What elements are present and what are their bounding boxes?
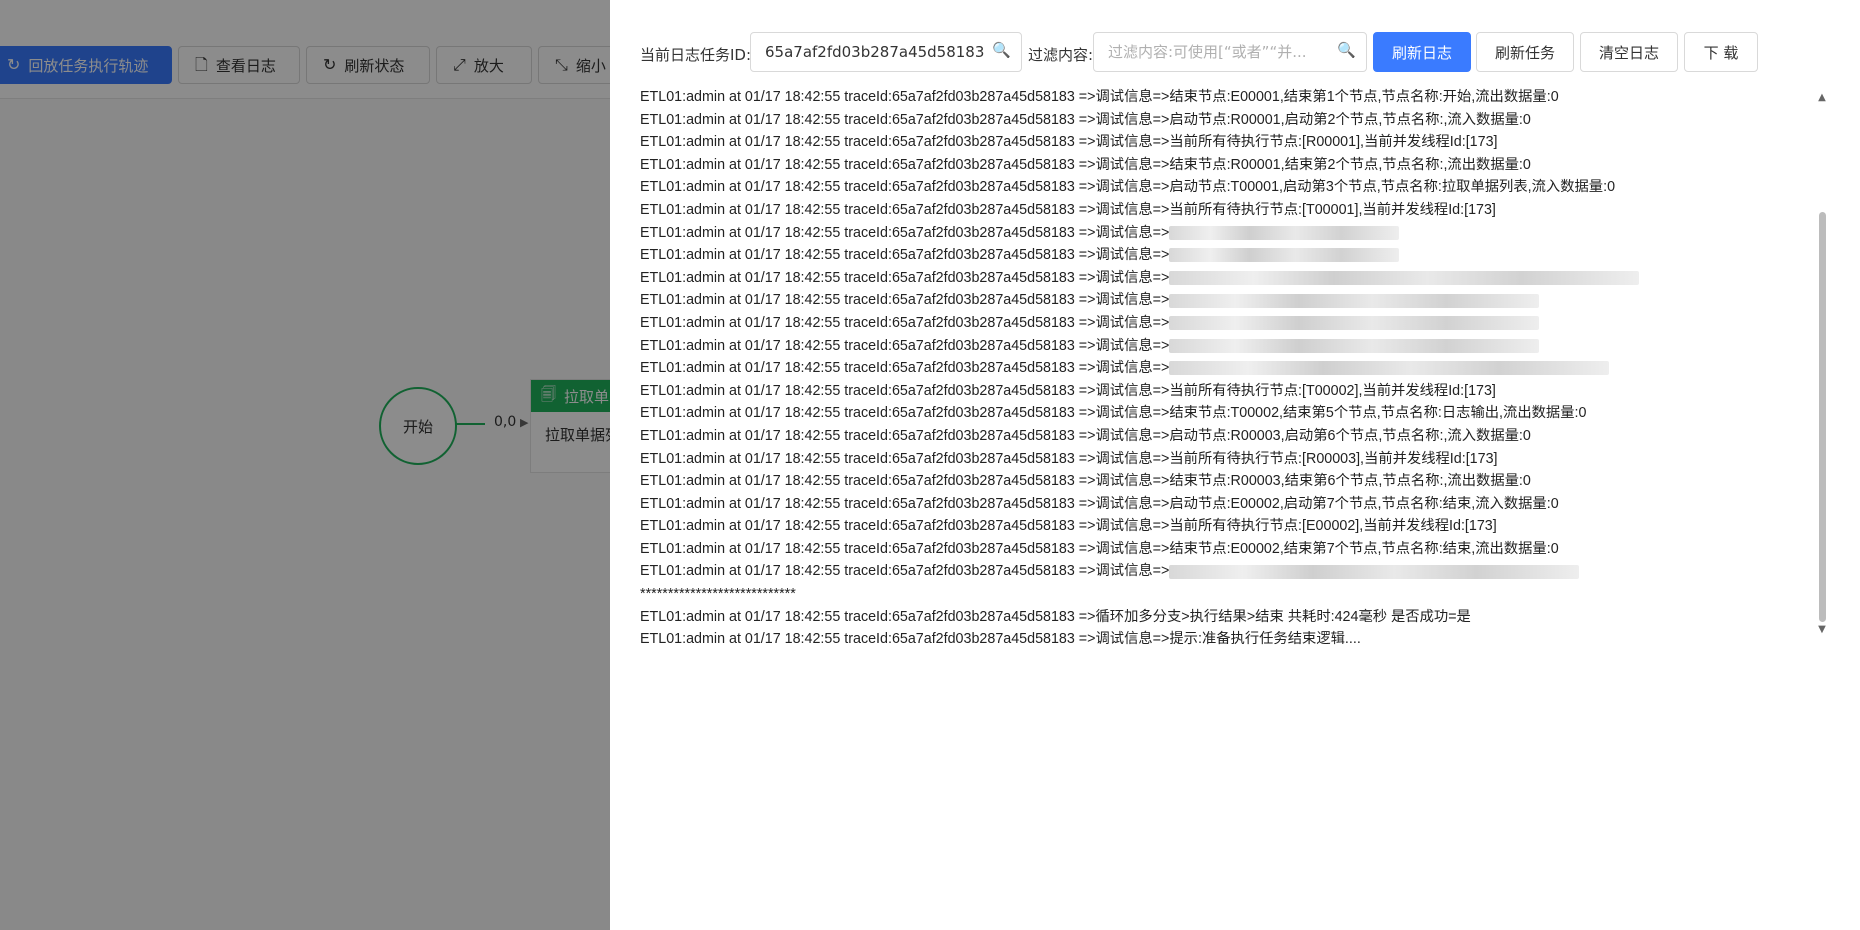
- log-line-message: 调试信息=>: [1095, 337, 1170, 354]
- refresh-log-button[interactable]: 刷新日志: [1373, 32, 1471, 72]
- log-line: ETL01:admin at 01/17 18:42:55 traceId:65…: [640, 515, 1820, 538]
- log-line: ETL01:admin at 01/17 18:42:55 traceId:65…: [640, 289, 1820, 312]
- log-line: ETL01:admin at 01/17 18:42:55 traceId:65…: [640, 380, 1820, 403]
- log-line: ETL01:admin at 01/17 18:42:55 traceId:65…: [640, 538, 1820, 561]
- log-line: ETL01:admin at 01/17 18:42:55 traceId:65…: [640, 267, 1820, 290]
- log-line-message: 调试信息=>: [1095, 314, 1170, 331]
- log-line-message: 调试信息=>启动节点:R00003,启动第6个节点,节点名称:,流入数据量:0: [1095, 427, 1531, 444]
- log-line-prefix: ETL01:admin at 01/17 18:42:55 traceId:65…: [640, 314, 1096, 331]
- log-line-prefix: ETL01:admin at 01/17 18:42:55 traceId:65…: [640, 134, 1096, 151]
- log-line-message: 调试信息=>启动节点:R00001,启动第2个节点,节点名称:,流入数据量:0: [1095, 111, 1531, 128]
- log-line-prefix: ETL01:admin at 01/17 18:42:55 traceId:65…: [640, 156, 1096, 173]
- log-toolbar: 当前日志任务ID: 65a7af2fd03b287a45d58183 🔍 过滤内…: [610, 32, 1860, 74]
- log-line: ETL01:admin at 01/17 18:42:55 traceId:65…: [640, 493, 1820, 516]
- log-line-message: 调试信息=>: [1095, 269, 1170, 286]
- log-line-message: 调试信息=>: [1095, 563, 1170, 580]
- log-line-message: 调试信息=>当前所有待执行节点:[E00002],当前并发线程Id:[173]: [1095, 518, 1497, 535]
- redacted-content: [1169, 225, 1400, 240]
- log-line-prefix: ETL01:admin at 01/17 18:42:55 traceId:65…: [640, 337, 1096, 354]
- log-line-message: 调试信息=>: [1095, 247, 1170, 264]
- clear-log-button[interactable]: 清空日志: [1580, 32, 1678, 72]
- log-line: ETL01:admin at 01/17 18:42:55 traceId:65…: [640, 244, 1820, 267]
- log-line-prefix: ETL01:admin at 01/17 18:42:55 traceId:65…: [640, 111, 1096, 128]
- log-separator: ****************************: [640, 586, 796, 603]
- log-line-prefix: ETL01:admin at 01/17 18:42:55 traceId:65…: [640, 269, 1096, 286]
- log-line: ETL01:admin at 01/17 18:42:55 traceId:65…: [640, 402, 1820, 425]
- log-line-prefix: ETL01:admin at 01/17 18:42:55 traceId:65…: [640, 450, 1096, 467]
- log-line: ETL01:admin at 01/17 18:42:55 traceId:65…: [640, 109, 1820, 132]
- redacted-content: [1169, 361, 1610, 376]
- filter-placeholder: 过滤内容:可使用[“或者”“并...: [1108, 43, 1307, 61]
- filter-input[interactable]: 过滤内容:可使用[“或者”“并... 🔍: [1093, 32, 1367, 72]
- refresh-task-button[interactable]: 刷新任务: [1476, 32, 1574, 72]
- log-line-prefix: ETL01:admin at 01/17 18:42:55 traceId:65…: [640, 495, 1096, 512]
- log-scrollbar[interactable]: ▲ ▼: [1815, 92, 1829, 640]
- search-icon[interactable]: 🔍: [992, 43, 1011, 58]
- log-line-message: 调试信息=>: [1095, 224, 1170, 241]
- log-line-message: 调试信息=>启动节点:T00001,启动第3个节点,节点名称:拉取单据列表,流入…: [1095, 179, 1616, 196]
- filter-label: 过滤内容:: [1028, 46, 1094, 64]
- log-line-message: 调试信息=>启动节点:E00002,启动第7个节点,节点名称:结束,流入数据量:…: [1095, 495, 1559, 512]
- log-line: ETL01:admin at 01/17 18:42:55 traceId:65…: [640, 176, 1820, 199]
- log-line-prefix: ETL01:admin at 01/17 18:42:55 traceId:65…: [640, 224, 1096, 241]
- log-line: ETL01:admin at 01/17 18:42:55 traceId:65…: [640, 86, 1820, 109]
- log-line-prefix: ETL01:admin at 01/17 18:42:55 traceId:65…: [640, 427, 1096, 444]
- log-line-prefix: ETL01:admin at 01/17 18:42:55 traceId:65…: [640, 292, 1096, 309]
- log-line: ETL01:admin at 01/17 18:42:55 traceId:65…: [640, 222, 1820, 245]
- log-line-prefix: ETL01:admin at 01/17 18:42:55 traceId:65…: [640, 405, 1096, 422]
- log-line-message: 调试信息=>当前所有待执行节点:[T00001],当前并发线程Id:[173]: [1095, 201, 1496, 218]
- log-line: ETL01:admin at 01/17 18:42:55 traceId:65…: [640, 131, 1820, 154]
- log-line-prefix: ETL01:admin at 01/17 18:42:55 traceId:65…: [640, 382, 1096, 399]
- search-icon[interactable]: 🔍: [1337, 43, 1356, 58]
- log-line: ETL01:admin at 01/17 18:42:55 traceId:65…: [640, 425, 1820, 448]
- log-line: ETL01:admin at 01/17 18:42:55 traceId:65…: [640, 199, 1820, 222]
- scrollbar-thumb[interactable]: [1819, 212, 1826, 622]
- redacted-content: [1169, 293, 1540, 308]
- log-line-message: 调试信息=>结束节点:R00001,结束第2个节点,节点名称:,流出数据量:0: [1095, 156, 1531, 173]
- download-button[interactable]: 下 载: [1684, 32, 1758, 72]
- log-line-message: 调试信息=>结束节点:R00003,结束第6个节点,节点名称:,流出数据量:0: [1095, 473, 1531, 490]
- log-line: ETL01:admin at 01/17 18:42:55 traceId:65…: [640, 448, 1820, 471]
- log-line-prefix: ETL01:admin at 01/17 18:42:55 traceId:65…: [640, 563, 1096, 580]
- log-line: ETL01:admin at 01/17 18:42:55 traceId:65…: [640, 357, 1820, 380]
- modal-overlay[interactable]: [0, 0, 610, 930]
- log-line: ETL01:admin at 01/17 18:42:55 traceId:65…: [640, 560, 1820, 583]
- log-line-prefix: ETL01:admin at 01/17 18:42:55 traceId:65…: [640, 360, 1096, 377]
- log-line-message: 调试信息=>当前所有待执行节点:[T00002],当前并发线程Id:[173]: [1095, 382, 1496, 399]
- log-line: ETL01:admin at 01/17 18:42:55 traceId:65…: [640, 335, 1820, 358]
- log-line-prefix: ETL01:admin at 01/17 18:42:55 traceId:65…: [640, 247, 1096, 264]
- log-line-prefix: ETL01:admin at 01/17 18:42:55 traceId:65…: [640, 89, 1096, 105]
- log-line: ETL01:admin at 01/17 18:42:55 traceId:65…: [640, 470, 1820, 493]
- log-line-message: 调试信息=>当前所有待执行节点:[R00001],当前并发线程Id:[173]: [1095, 134, 1498, 151]
- task-id-label: 当前日志任务ID:: [640, 46, 752, 64]
- log-line: ETL01:admin at 01/17 18:42:55 traceId:65…: [640, 608, 1471, 625]
- log-line-message: 调试信息=>结束节点:E00001,结束第1个节点,节点名称:开始,流出数据量:…: [1095, 89, 1559, 105]
- log-drawer: 当前日志任务ID: 65a7af2fd03b287a45d58183 🔍 过滤内…: [610, 0, 1860, 930]
- log-line-prefix: ETL01:admin at 01/17 18:42:55 traceId:65…: [640, 179, 1096, 196]
- log-line-message: 调试信息=>结束节点:E00002,结束第7个节点,节点名称:结束,流出数据量:…: [1095, 540, 1559, 557]
- log-output: ETL01:admin at 01/17 18:42:55 traceId:65…: [640, 86, 1820, 656]
- redacted-content: [1169, 248, 1400, 263]
- redacted-content: [1169, 316, 1540, 331]
- redacted-content: [1169, 270, 1640, 285]
- log-line-message: 调试信息=>: [1095, 292, 1170, 309]
- log-line-prefix: ETL01:admin at 01/17 18:42:55 traceId:65…: [640, 518, 1096, 535]
- log-line-prefix: ETL01:admin at 01/17 18:42:55 traceId:65…: [640, 201, 1096, 218]
- log-line-message: 调试信息=>: [1095, 360, 1170, 377]
- log-line-prefix: ETL01:admin at 01/17 18:42:55 traceId:65…: [640, 473, 1096, 490]
- log-line-prefix: ETL01:admin at 01/17 18:42:55 traceId:65…: [640, 540, 1096, 557]
- log-line-message: 调试信息=>结束节点:T00002,结束第5个节点,节点名称:日志输出,流出数据…: [1095, 405, 1587, 422]
- redacted-content: [1169, 338, 1540, 353]
- log-line: ETL01:admin at 01/17 18:42:55 traceId:65…: [640, 312, 1820, 335]
- log-line-message: 调试信息=>当前所有待执行节点:[R00003],当前并发线程Id:[173]: [1095, 450, 1498, 467]
- caret-up-icon[interactable]: ▲: [1815, 92, 1829, 103]
- log-line: ETL01:admin at 01/17 18:42:55 traceId:65…: [640, 631, 1361, 648]
- redacted-content: [1169, 564, 1580, 579]
- task-id-input[interactable]: 65a7af2fd03b287a45d58183 🔍: [750, 32, 1022, 72]
- caret-down-icon[interactable]: ▼: [1815, 624, 1829, 635]
- log-line: ETL01:admin at 01/17 18:42:55 traceId:65…: [640, 154, 1820, 177]
- task-id-value: 65a7af2fd03b287a45d58183: [765, 43, 985, 61]
